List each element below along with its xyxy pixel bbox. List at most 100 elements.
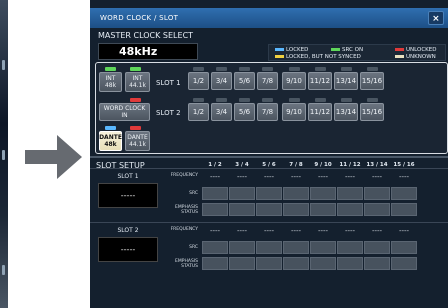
channel-led xyxy=(262,98,273,102)
src-cell[interactable] xyxy=(337,241,363,254)
master-clock-label: MASTER CLOCK SELECT xyxy=(98,31,194,40)
status-led xyxy=(130,126,141,130)
slot-2-channel-button[interactable]: 7/8 xyxy=(257,103,278,121)
emphasis-cell xyxy=(202,203,228,216)
slot-1-channel-button[interactable]: 13/14 xyxy=(334,72,358,90)
src-cell[interactable] xyxy=(364,187,390,200)
channel-led xyxy=(366,98,378,102)
slot-1-channel-button[interactable]: 7/8 xyxy=(257,72,278,90)
close-button[interactable]: × xyxy=(428,11,444,25)
int-48k-button[interactable]: INT 48k xyxy=(99,72,122,92)
frequency-value: ---- xyxy=(317,227,329,235)
background-window-edge xyxy=(0,0,8,308)
row-separator xyxy=(90,168,448,169)
frequency-value: ---- xyxy=(344,227,356,235)
slot-2-channel-button[interactable]: 15/16 xyxy=(360,103,384,121)
emphasis-cell xyxy=(256,203,282,216)
channel-led xyxy=(366,67,378,71)
setup-slot-display: ----- xyxy=(98,237,158,262)
frequency-value: ---- xyxy=(344,173,356,181)
slot-1-channel-button[interactable]: 3/4 xyxy=(211,72,232,90)
slot-2-channel-button[interactable]: 13/14 xyxy=(334,103,358,121)
legend-item: LOCKED xyxy=(275,47,308,53)
emphasis-cell xyxy=(256,257,282,270)
src-cell[interactable] xyxy=(364,241,390,254)
legend-swatch xyxy=(331,48,340,51)
channel-led xyxy=(262,67,273,71)
src-cell[interactable] xyxy=(202,187,228,200)
row-separator xyxy=(90,222,448,223)
setup-row-label-frequency: FREQUENCY xyxy=(170,227,198,232)
src-cell[interactable] xyxy=(256,241,282,254)
emphasis-cell xyxy=(364,203,390,216)
legend-item: UNKNOWN xyxy=(395,54,436,60)
setup-row-label-emphasis: EMPHASIS STATUS xyxy=(175,205,198,215)
channel-led xyxy=(216,98,227,102)
emphasis-cell xyxy=(391,257,417,270)
setup-row-label-src: SRC xyxy=(189,191,198,196)
channel-led xyxy=(340,67,352,71)
src-cell[interactable] xyxy=(337,187,363,200)
legend-item: SRC ON xyxy=(331,47,363,53)
legend-swatch xyxy=(275,55,284,58)
slot-1-channel-button[interactable]: 5/6 xyxy=(234,72,255,90)
emphasis-cell xyxy=(391,203,417,216)
clock-source-panel: INT 48k INT 44.1k SLOT 1 WORD CLOCK IN SLO… xyxy=(95,62,448,154)
src-cell[interactable] xyxy=(229,187,255,200)
slot-2-channel-button[interactable]: 9/10 xyxy=(282,103,306,121)
frequency-value: ---- xyxy=(317,173,329,181)
legend-item: LOCKED, BUT NOT SYNCED xyxy=(275,54,361,60)
setup-row-label-frequency: FREQUENCY xyxy=(170,173,198,178)
edge-indicator xyxy=(2,265,5,275)
emphasis-cell xyxy=(229,257,255,270)
slot-1-channel-button[interactable]: 9/10 xyxy=(282,72,306,90)
slot-1-channel-button[interactable]: 1/2 xyxy=(188,72,209,90)
master-clock-display: 48kHz xyxy=(98,43,198,60)
frequency-value: ---- xyxy=(209,173,221,181)
slot-2-channel-button[interactable]: 11/12 xyxy=(308,103,332,121)
channel-led xyxy=(288,98,300,102)
dante-48k-button[interactable]: DANTE 48k xyxy=(99,131,122,151)
int-44k-button[interactable]: INT 44.1k xyxy=(125,72,150,92)
channel-led xyxy=(239,67,250,71)
frequency-value: ---- xyxy=(290,173,302,181)
slot-2-channel-button[interactable]: 5/6 xyxy=(234,103,255,121)
src-cell[interactable] xyxy=(310,187,336,200)
status-led xyxy=(105,67,116,71)
src-cell[interactable] xyxy=(283,187,309,200)
channel-led xyxy=(216,67,227,71)
slot-1-channel-button[interactable]: 11/12 xyxy=(308,72,332,90)
src-cell[interactable] xyxy=(310,241,336,254)
src-cell[interactable] xyxy=(283,241,309,254)
legend-swatch xyxy=(275,48,284,51)
slot-1-channel-button[interactable]: 15/16 xyxy=(360,72,384,90)
slot-2-channel-button[interactable]: 3/4 xyxy=(211,103,232,121)
frequency-value: ---- xyxy=(209,227,221,235)
legend-swatch xyxy=(395,48,404,51)
setup-slot-display: ----- xyxy=(98,183,158,208)
frequency-value: ---- xyxy=(398,227,410,235)
src-cell[interactable] xyxy=(256,187,282,200)
setup-row-label-emphasis: EMPHASIS STATUS xyxy=(175,259,198,269)
slot-2-label: SLOT 2 xyxy=(156,109,181,117)
src-cell[interactable] xyxy=(391,241,417,254)
emphasis-cell xyxy=(364,257,390,270)
dante-44k-button[interactable]: DANTE 44.1k xyxy=(125,131,150,151)
channel-led xyxy=(288,67,300,71)
src-cell[interactable] xyxy=(391,187,417,200)
src-cell[interactable] xyxy=(229,241,255,254)
emphasis-cell xyxy=(310,203,336,216)
channel-led xyxy=(193,98,204,102)
legend-swatch xyxy=(395,55,404,58)
edge-indicator xyxy=(2,60,5,70)
right-arrow-icon xyxy=(25,135,82,179)
slot-2-channel-button[interactable]: 1/2 xyxy=(188,103,209,121)
emphasis-cell xyxy=(283,257,309,270)
word-clock-in-button[interactable]: WORD CLOCK IN xyxy=(99,103,150,121)
frequency-value: ---- xyxy=(290,227,302,235)
edge-indicator xyxy=(2,150,5,160)
frequency-value: ---- xyxy=(371,227,383,235)
src-cell[interactable] xyxy=(202,241,228,254)
emphasis-cell xyxy=(310,257,336,270)
frequency-value: ---- xyxy=(263,227,275,235)
